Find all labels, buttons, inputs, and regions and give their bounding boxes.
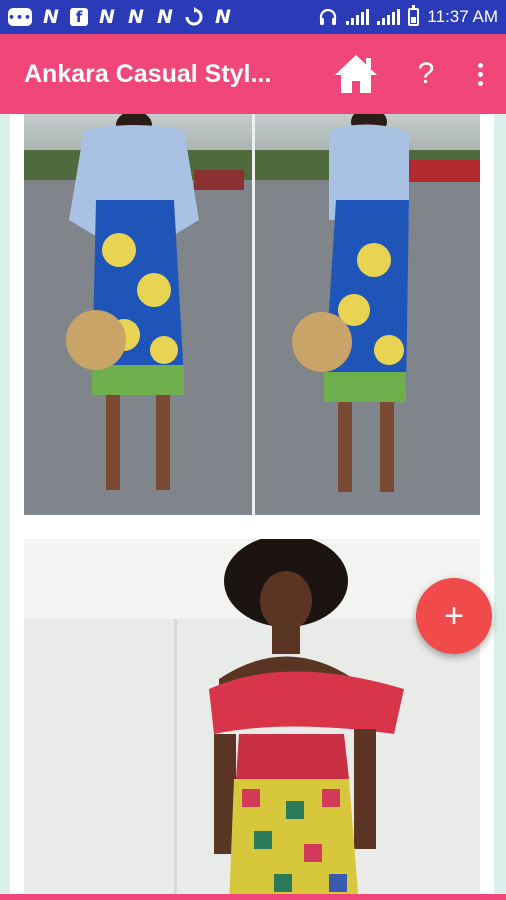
app-bar: Ankara Casual Styl... ?: [0, 34, 506, 114]
headphones-icon: [320, 8, 337, 25]
app-title: Ankara Casual Styl...: [24, 59, 272, 88]
n-icon: N: [43, 6, 59, 28]
outfit-card[interactable]: [10, 526, 494, 894]
battery-icon: [408, 5, 420, 26]
status-bar: ••• N f N N N N 11:37 AM: [0, 0, 506, 34]
signal-icon: [346, 9, 370, 25]
status-time: 11:37 AM: [427, 7, 498, 26]
more-vert-icon: [477, 62, 483, 68]
n-icon: N: [215, 6, 231, 28]
more-options-button[interactable]: [464, 44, 496, 104]
outfit-photo[interactable]: [24, 539, 480, 894]
facebook-icon: f: [70, 8, 88, 26]
home-button[interactable]: [326, 44, 386, 104]
sync-icon: [184, 7, 204, 27]
notification-icons: ••• N f N N N N: [8, 6, 233, 28]
app-bar-actions: ?: [326, 44, 506, 104]
bottom-bar: [0, 894, 506, 900]
home-icon: [335, 55, 377, 93]
add-button[interactable]: +: [416, 578, 492, 654]
chat-icon: •••: [8, 8, 32, 26]
help-button[interactable]: ?: [404, 44, 448, 104]
n-icon: N: [99, 6, 115, 28]
system-icons: 11:37 AM: [318, 5, 498, 27]
signal-icon: [377, 9, 401, 25]
content-feed[interactable]: [0, 114, 506, 894]
n-icon: N: [128, 6, 144, 28]
n-icon: N: [157, 6, 173, 28]
